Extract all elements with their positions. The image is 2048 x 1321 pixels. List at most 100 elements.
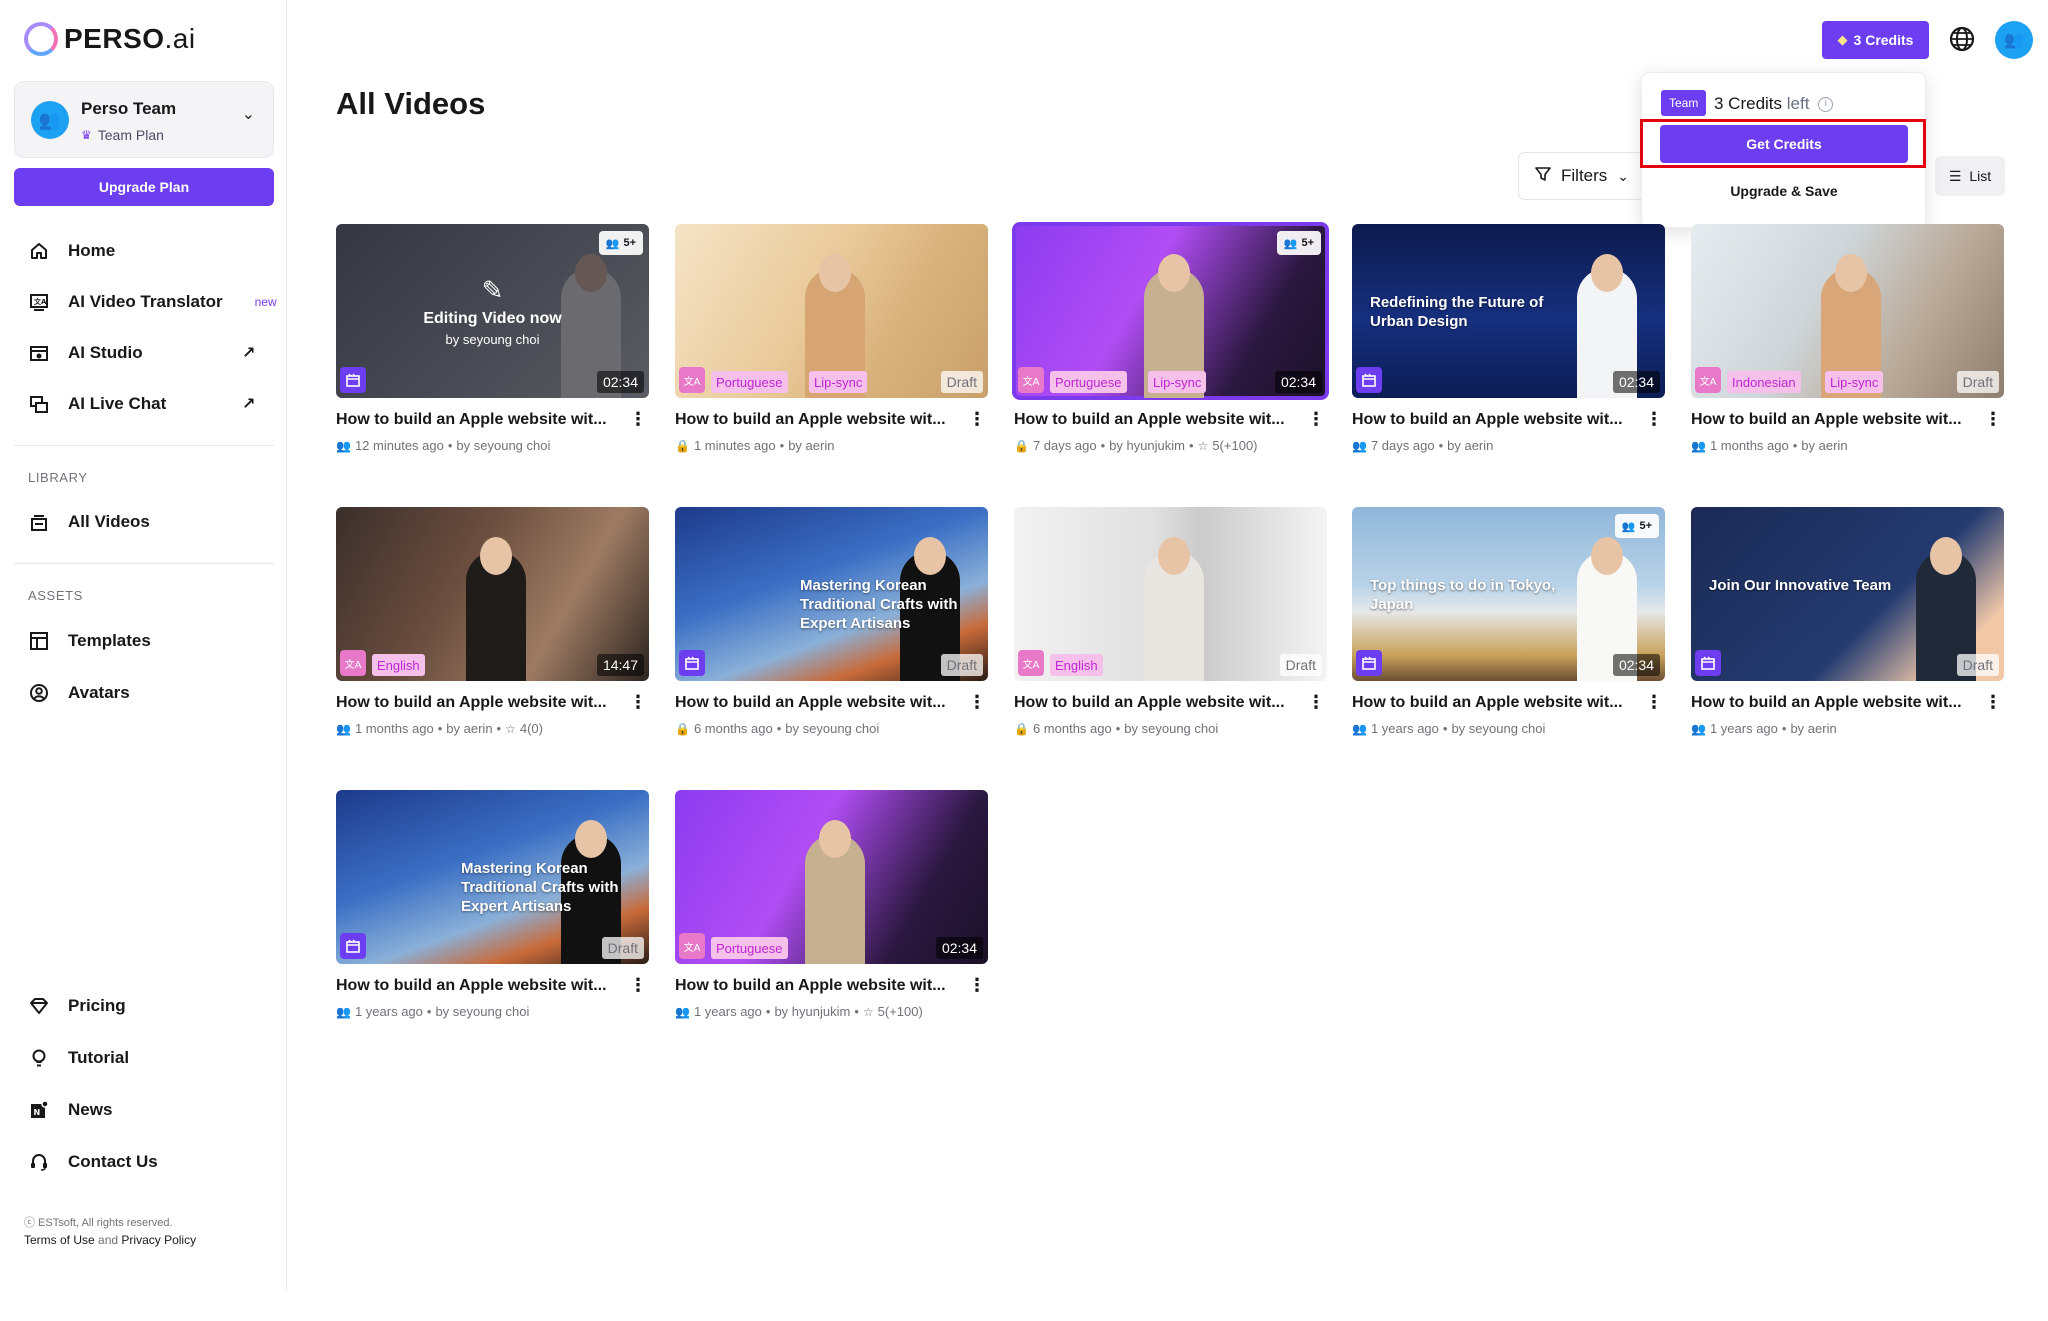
- more-options-icon[interactable]: ⋮: [1645, 409, 1663, 430]
- credits-button[interactable]: ◆ 3 Credits: [1822, 21, 1929, 59]
- separator: •: [1115, 721, 1121, 736]
- video-thumbnail[interactable]: 文A English Draft: [1014, 507, 1327, 681]
- privacy-link[interactable]: Privacy Policy: [121, 1233, 196, 1247]
- nav-item-all-videos[interactable]: All Videos: [28, 504, 150, 540]
- nav-item-ai-live-chat[interactable]: AI Live Chat ↗: [28, 386, 255, 422]
- video-card[interactable]: 文A English Draft How to build an Apple webs…: [1014, 507, 1327, 736]
- video-title[interactable]: How to build an Apple website wit...: [1691, 694, 1979, 712]
- studio-icon: [340, 933, 366, 959]
- more-options-icon[interactable]: ⋮: [1307, 409, 1325, 430]
- video-card[interactable]: 文A Indonesian Lip-sync Draft How to build an…: [1691, 224, 2004, 453]
- user-avatar[interactable]: 👥: [1995, 21, 2033, 59]
- video-thumbnail[interactable]: 文A Portuguese 02:34: [675, 790, 988, 964]
- separator: •: [1792, 438, 1798, 453]
- nav-item-home[interactable]: Home: [28, 233, 115, 269]
- video-thumbnail[interactable]: Top things to do in Tokyo, Japan 👥 5+ 02:34: [1352, 507, 1665, 681]
- video-title[interactable]: How to build an Apple website wit...: [1014, 694, 1302, 712]
- video-meta: 👥 12 minutes ago • by seyoung choi: [336, 438, 550, 453]
- more-options-icon[interactable]: ⋮: [629, 409, 647, 430]
- video-card[interactable]: Join Our Innovative Team Draft How to buil…: [1691, 507, 2004, 736]
- nav-item-ai-video-translator[interactable]: 文A AI Video Translator new: [28, 284, 277, 320]
- list-view-button[interactable]: ☰ List: [1935, 156, 2005, 196]
- duration-badge: 14:47: [596, 654, 644, 676]
- separator: •: [765, 1004, 771, 1019]
- team-switcher[interactable]: 👥 Perso Team ♛ Team Plan ⌄: [14, 81, 274, 158]
- logo[interactable]: PERSO.ai: [24, 22, 196, 56]
- video-title[interactable]: How to build an Apple website wit...: [336, 977, 624, 995]
- video-time: 12 minutes ago: [354, 438, 444, 453]
- duration-badge: 02:34: [1612, 654, 1660, 676]
- video-card[interactable]: Mastering Korean Traditional Crafts with…: [675, 507, 988, 736]
- shared-icon: 👥: [1352, 438, 1367, 453]
- video-thumbnail[interactable]: Mastering Korean Traditional Crafts with…: [336, 790, 649, 964]
- more-options-icon[interactable]: ⋮: [1984, 409, 2002, 430]
- language-tag: Portuguese: [711, 371, 788, 393]
- nav-item-templates[interactable]: Templates: [28, 623, 151, 659]
- separator: •: [496, 721, 502, 736]
- scene-title: Mastering Korean Traditional Crafts with…: [800, 577, 958, 632]
- nav-item-avatars[interactable]: Avatars: [28, 675, 130, 711]
- more-options-icon[interactable]: ⋮: [968, 409, 986, 430]
- filters-button[interactable]: Filters ⌄: [1518, 152, 1644, 200]
- video-thumbnail[interactable]: 文A English 14:47: [336, 507, 649, 681]
- video-thumbnail[interactable]: Mastering Korean Traditional Crafts with…: [675, 507, 988, 681]
- video-title[interactable]: How to build an Apple website wit...: [1352, 411, 1640, 429]
- video-thumbnail[interactable]: 文A Indonesian Lip-sync Draft: [1691, 224, 2004, 398]
- more-options-icon[interactable]: ⋮: [968, 975, 986, 996]
- info-icon[interactable]: i: [1818, 97, 1834, 113]
- terms-link[interactable]: Terms of Use: [24, 1233, 95, 1247]
- video-title[interactable]: How to build an Apple website wit...: [675, 977, 963, 995]
- video-thumbnail[interactable]: ✎ Editing Video now by seyoung choi 👥 5+ 02:3…: [336, 224, 649, 398]
- separator: •: [447, 438, 453, 453]
- video-card[interactable]: 文A Portuguese Lip-sync Draft How to build an…: [675, 224, 988, 453]
- nav-item-news[interactable]: N News: [28, 1092, 112, 1128]
- video-title[interactable]: How to build an Apple website wit...: [336, 411, 624, 429]
- chevron-down-icon[interactable]: ⌄: [242, 104, 255, 124]
- video-time: 7 days ago: [1370, 438, 1435, 453]
- nav-item-tutorial[interactable]: Tutorial: [28, 1040, 129, 1076]
- users-icon: 👥: [1283, 237, 1298, 250]
- separator: •: [776, 721, 782, 736]
- more-options-icon[interactable]: ⋮: [1307, 692, 1325, 713]
- video-title[interactable]: How to build an Apple website wit...: [1352, 694, 1640, 712]
- more-options-icon[interactable]: ⋮: [968, 692, 986, 713]
- language-tag: Portuguese: [1050, 371, 1127, 393]
- video-card[interactable]: 文A Portuguese 02:34 How to build an Apple w…: [675, 790, 988, 1019]
- video-card[interactable]: Mastering Korean Traditional Crafts with…: [336, 790, 649, 1019]
- video-author: by seyoung choi: [456, 438, 551, 453]
- user-icon: 👥: [2004, 32, 2024, 49]
- logo-suffix: .ai: [164, 23, 196, 54]
- more-options-icon[interactable]: ⋮: [629, 975, 647, 996]
- video-card[interactable]: Top things to do in Tokyo, Japan 👥 5+ 02:34…: [1352, 507, 1665, 736]
- video-title[interactable]: How to build an Apple website wit...: [1014, 411, 1302, 429]
- templates-icon: [28, 630, 50, 652]
- more-options-icon[interactable]: ⋮: [629, 692, 647, 713]
- live-chat-icon: [28, 393, 50, 415]
- video-card[interactable]: ✎ Editing Video now by seyoung choi 👥 5+ 02:3…: [336, 224, 649, 453]
- video-card[interactable]: 👥 5+ 文A Portuguese Lip-sync 02:34 How to build…: [1012, 222, 1329, 453]
- video-title[interactable]: How to build an Apple website wit...: [1691, 411, 1979, 429]
- credits-left-label: left: [1786, 94, 1810, 113]
- video-thumbnail[interactable]: 文A Portuguese Lip-sync Draft: [675, 224, 988, 398]
- video-card[interactable]: Redefining the Future of Urban Design 02:…: [1352, 224, 1665, 453]
- get-credits-button[interactable]: Get Credits: [1660, 125, 1908, 163]
- nav-item-contact-us[interactable]: Contact Us: [28, 1144, 158, 1180]
- home-icon: [28, 240, 50, 262]
- nav-item-pricing[interactable]: Pricing: [28, 988, 126, 1024]
- svg-text:文A: 文A: [34, 297, 47, 306]
- more-options-icon[interactable]: ⋮: [1984, 692, 2002, 713]
- section-library: LIBRARY: [28, 470, 88, 485]
- upgrade-plan-button[interactable]: Upgrade Plan: [14, 168, 274, 206]
- nav-item-ai-studio[interactable]: AI Studio ↗: [28, 335, 255, 371]
- video-thumbnail[interactable]: Redefining the Future of Urban Design 02:…: [1352, 224, 1665, 398]
- video-card[interactable]: 文A English 14:47 How to build an Apple webs…: [336, 507, 649, 736]
- video-title[interactable]: How to build an Apple website wit...: [675, 411, 963, 429]
- scene-title: Mastering Korean Traditional Crafts with…: [461, 860, 619, 915]
- more-options-icon[interactable]: ⋮: [1645, 692, 1663, 713]
- video-title[interactable]: How to build an Apple website wit...: [336, 694, 624, 712]
- upgrade-save-button[interactable]: Upgrade & Save: [1660, 171, 1908, 211]
- video-title[interactable]: How to build an Apple website wit...: [675, 694, 963, 712]
- video-thumbnail[interactable]: 👥 5+ 文A Portuguese Lip-sync 02:34: [1012, 222, 1329, 400]
- video-thumbnail[interactable]: Join Our Innovative Team Draft: [1691, 507, 2004, 681]
- globe-icon[interactable]: [1947, 24, 1977, 54]
